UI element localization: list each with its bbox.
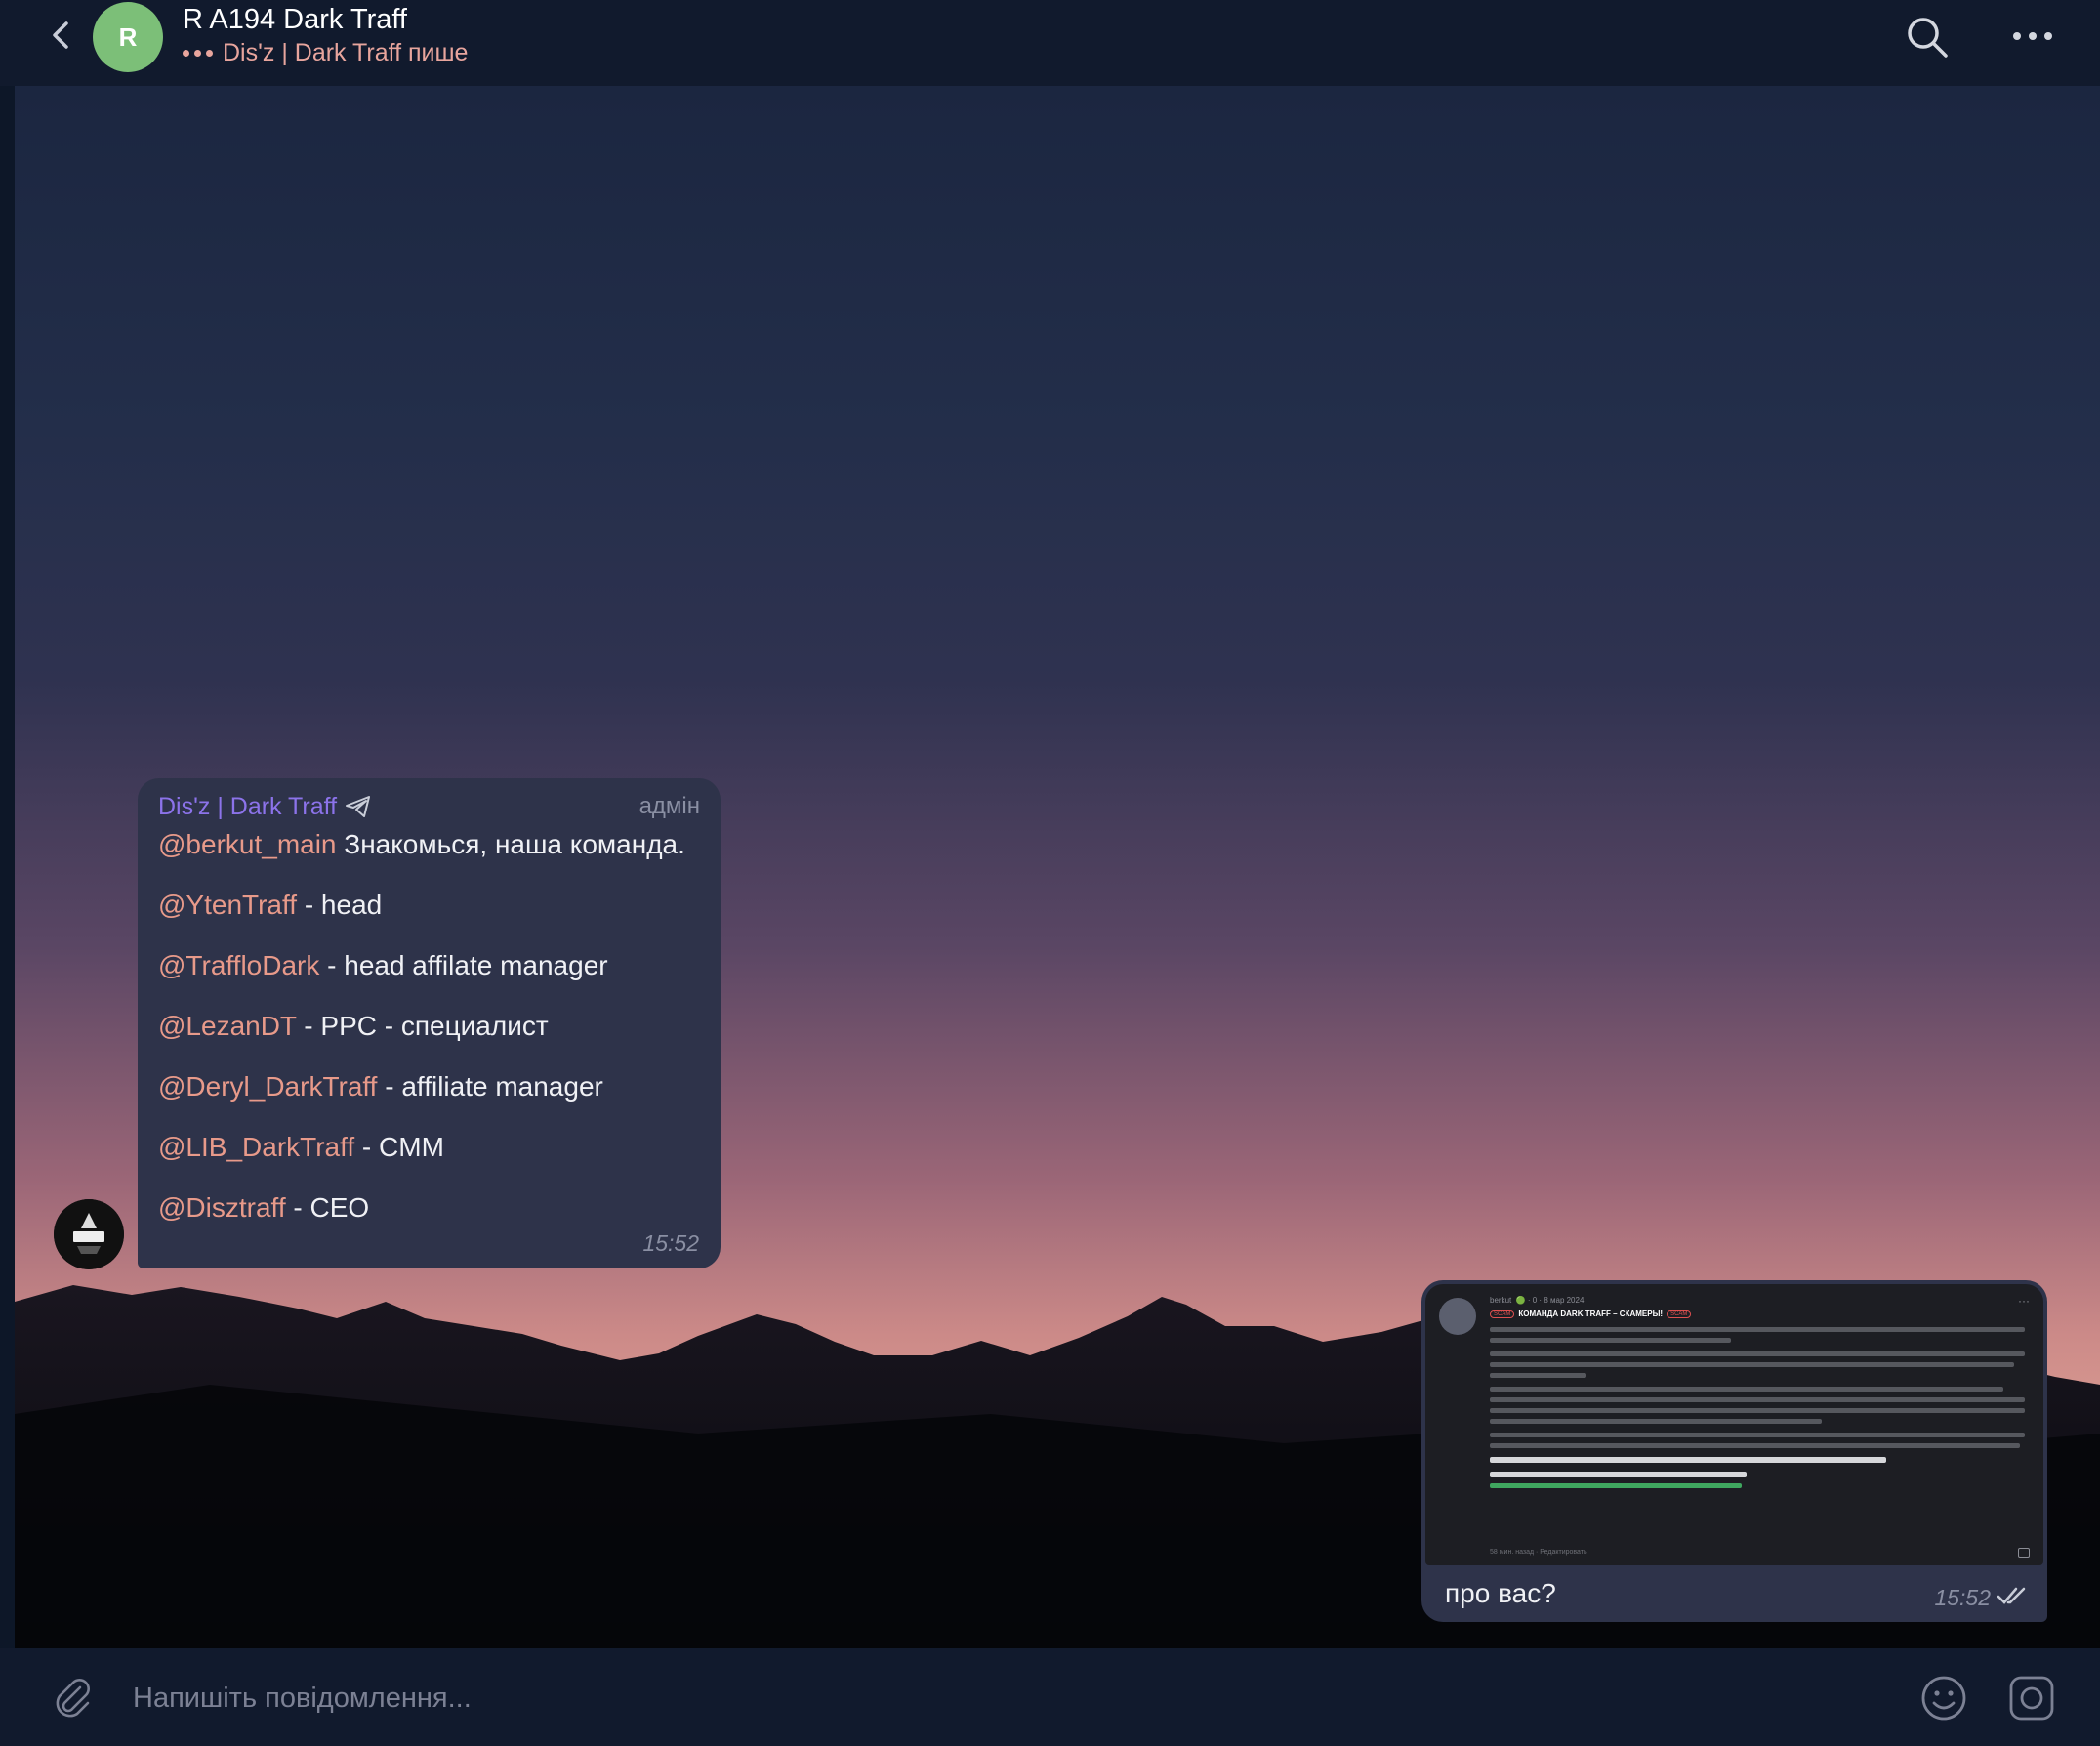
back-arrow-icon[interactable] <box>45 18 80 53</box>
more-icon[interactable] <box>2009 21 2056 51</box>
screenshot-date: 🟢 · 0 · 8 мар 2024 <box>1515 1296 1585 1305</box>
comment-icon <box>2018 1548 2030 1558</box>
message-line: @TraffloDark - head affilate manager <box>158 950 700 981</box>
screenshot-body <box>1490 1327 2025 1497</box>
message-text: - affiliate manager <box>377 1071 603 1102</box>
message-text: - head affilate manager <box>319 950 608 980</box>
telegram-plane-icon <box>346 796 371 817</box>
message-line: @LIB_DarkTraff - CMM <box>158 1132 700 1163</box>
typing-dots-icon <box>183 50 213 57</box>
chat-header: R R A194 Dark Traff Dis'z | Dark Traff п… <box>0 0 2100 86</box>
message-text: Знакомься, наша команда. <box>336 829 685 859</box>
message-time: 15:52 <box>642 1230 699 1256</box>
message-line: @berkut_main Знакомься, наша команда. <box>158 829 700 860</box>
mention-link[interactable]: @LIB_DarkTraff <box>158 1132 354 1162</box>
screenshot-meta: berkut 🟢 · 0 · 8 мар 2024 <box>1490 1296 1584 1305</box>
emoji-icon[interactable] <box>1919 1674 1968 1723</box>
message-header: Dis'z | Dark Traff адмін <box>158 792 700 821</box>
message-line: @YtenTraff - head <box>158 890 700 921</box>
admin-badge: адмін <box>638 793 700 819</box>
chat-title[interactable]: R A194 Dark Traff <box>183 4 407 36</box>
message-text: - PPC - специалист <box>296 1011 549 1041</box>
mention-link[interactable]: @Disztraff <box>158 1192 286 1223</box>
screenshot-author: berkut <box>1490 1296 1512 1305</box>
mention-link[interactable]: @berkut_main <box>158 829 337 859</box>
screenshot-footer: 58 мин. назад · Редактировать <box>1490 1549 1587 1556</box>
sender-name-text[interactable]: Dis'z | Dark Traff <box>158 793 337 821</box>
screenshot-more-icon: ··· <box>2018 1294 2030 1308</box>
screenshot-author-avatar <box>1439 1298 1476 1335</box>
message-time: 15:52 <box>1934 1585 1991 1610</box>
outgoing-message[interactable]: berkut 🟢 · 0 · 8 мар 2024 ··· SCAM КОМАН… <box>1421 1280 2047 1622</box>
sender-avatar[interactable] <box>54 1199 124 1269</box>
message-line: @Deryl_DarkTraff - affiliate manager <box>158 1071 700 1102</box>
double-check-icon <box>1997 1587 2026 1604</box>
message-line: @Disztraff - CEO <box>158 1192 700 1224</box>
message-text: - head <box>297 890 383 920</box>
camera-icon[interactable] <box>2007 1674 2056 1723</box>
mention-link[interactable]: @Deryl_DarkTraff <box>158 1071 377 1102</box>
attached-screenshot[interactable]: berkut 🟢 · 0 · 8 мар 2024 ··· SCAM КОМАН… <box>1425 1284 2043 1565</box>
message-input[interactable] <box>131 1670 1892 1726</box>
screenshot-title-text: КОМАНДА DARK TRAFF – СКАМЕРЫ! <box>1518 1310 1664 1318</box>
scam-tag: SCAM <box>1490 1310 1515 1318</box>
message-text: - CMM <box>354 1132 444 1162</box>
sender-name[interactable]: Dis'z | Dark Traff <box>158 793 372 821</box>
dark-logo-icon <box>54 1199 124 1269</box>
message-composer <box>0 1648 2100 1746</box>
incoming-message[interactable]: Dis'z | Dark Traff адмін @berkut_main Зн… <box>138 778 721 1268</box>
mention-link[interactable]: @LezanDT <box>158 1011 297 1041</box>
message-line: @LezanDT - PPC - специалист <box>158 1011 700 1042</box>
paperclip-icon[interactable] <box>51 1676 96 1721</box>
scam-tag: SCAM <box>1667 1310 1692 1318</box>
message-text: - CEO <box>285 1192 370 1223</box>
mention-link[interactable]: @TraffloDark <box>158 950 319 980</box>
typing-status: Dis'z | Dark Traff пише <box>183 39 468 67</box>
typing-status-text: Dis'z | Dark Traff пише <box>223 39 469 66</box>
chat-avatar[interactable]: R <box>93 2 163 72</box>
search-icon[interactable] <box>1904 14 1951 61</box>
screenshot-title: SCAM КОМАНДА DARK TRAFF – СКАМЕРЫ! SCAM <box>1490 1310 1692 1318</box>
message-text: про вас? <box>1445 1578 1556 1608</box>
mention-link[interactable]: @YtenTraff <box>158 890 297 920</box>
